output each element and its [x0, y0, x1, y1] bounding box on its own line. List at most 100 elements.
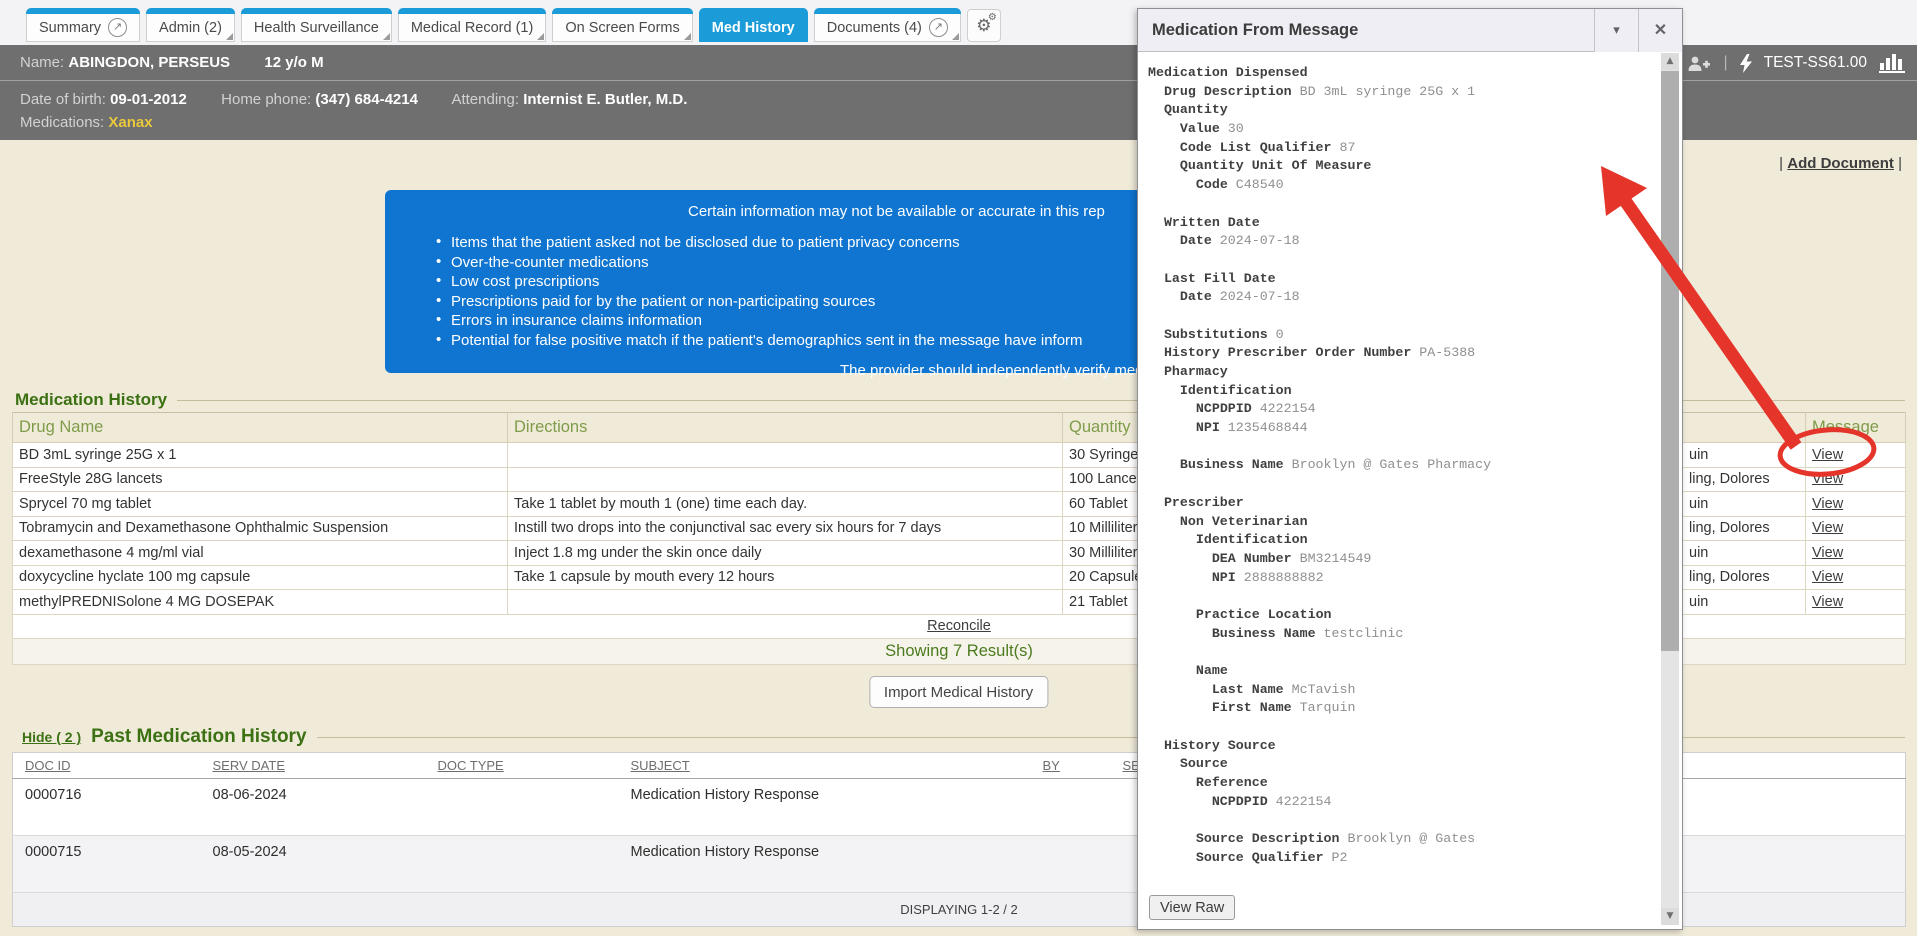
subject-cell: Medication History Response — [619, 779, 1031, 836]
message-line: Quantity — [1148, 102, 1658, 121]
external-link-icon[interactable]: ↗ — [108, 18, 127, 37]
view-message-link[interactable]: View — [1812, 496, 1843, 512]
tab-admin-2-[interactable]: Admin (2) — [146, 8, 235, 42]
message-cell: View — [1806, 467, 1906, 492]
column-header[interactable]: BY — [1031, 753, 1111, 779]
message-line: Source QualifierP2 — [1148, 850, 1658, 869]
message-field-label: Quantity Unit Of Measure — [1180, 158, 1372, 173]
message-field-label: NCPDPID — [1212, 794, 1268, 809]
message-line: Business NameBrooklyn @ Gates Pharmacy — [1148, 457, 1658, 476]
add-person-icon[interactable] — [1687, 55, 1711, 72]
by-cell — [1031, 779, 1111, 836]
tab-health-surveillance[interactable]: Health Surveillance — [241, 8, 392, 42]
import-medical-history-button[interactable]: Import Medical History — [869, 676, 1048, 708]
tab-context-fold-icon — [952, 33, 959, 40]
serv-date-cell: 08-06-2024 — [201, 779, 426, 836]
drug-name-cell: BD 3mL syringe 25G x 1 — [13, 443, 508, 468]
column-header-label: SUBJECT — [631, 758, 690, 773]
message-field-label: First Name — [1212, 700, 1292, 715]
dialog-titlebar[interactable]: Medication From Message ▾ ✕ — [1138, 9, 1682, 52]
message-line: Last NameMcTavish — [1148, 682, 1658, 701]
drug-name-cell: methylPREDNISolone 4 MG DOSEPAK — [13, 590, 508, 615]
message-line: First NameTarquin — [1148, 700, 1658, 719]
message-field-label: NCPDPID — [1196, 401, 1252, 416]
drug-name-cell: Sprycel 70 mg tablet — [13, 492, 508, 517]
tab-label: On Screen Forms — [565, 20, 679, 36]
medication-from-message-dialog: Medication From Message ▾ ✕ Medication D… — [1137, 8, 1683, 930]
column-header[interactable]: Drug Name — [13, 413, 508, 443]
directions-cell: Inject 1.8 mg under the skin once daily — [508, 541, 1063, 566]
directions-cell: Instill two drops into the conjunctival … — [508, 516, 1063, 541]
message-field-label: Code List Qualifier — [1180, 140, 1332, 155]
doc-type-cell — [426, 779, 619, 836]
notice-bullet-text: Errors in insurance claims information — [451, 312, 702, 329]
column-header-label: DOC TYPE — [438, 758, 504, 773]
bullet-icon: • — [436, 271, 441, 291]
view-message-link[interactable]: View — [1812, 447, 1843, 463]
notice-bullet-text: Prescriptions paid for by the patient or… — [451, 293, 875, 310]
phone-value: (347) 684-4214 — [315, 91, 418, 108]
attending-value: Internist E. Butler, M.D. — [523, 91, 687, 108]
column-header[interactable]: DOC TYPE — [426, 753, 619, 779]
scroll-down-icon[interactable]: ▼ — [1661, 908, 1679, 925]
tab-documents-4-[interactable]: Documents (4)↗ — [814, 8, 961, 42]
add-document-link[interactable]: Add Document — [1787, 155, 1894, 172]
message-field-label: Prescriber — [1164, 495, 1244, 510]
tab-med-history[interactable]: Med History — [699, 8, 808, 42]
column-header-label: BY — [1043, 758, 1060, 773]
column-header[interactable]: Message — [1806, 413, 1906, 443]
gear-button[interactable]: ⚙⚙ — [967, 9, 1001, 42]
lightning-icon[interactable] — [1740, 54, 1752, 73]
column-header[interactable]: Directions — [508, 413, 1063, 443]
view-raw-button[interactable]: View Raw — [1149, 895, 1235, 920]
message-field-label: Non Veterinarian — [1180, 514, 1308, 529]
medications-value[interactable]: Xanax — [108, 114, 152, 131]
message-cell: View — [1806, 443, 1906, 468]
view-message-link[interactable]: View — [1812, 594, 1843, 610]
tab-accent-stripe — [398, 8, 547, 14]
message-line: Non Veterinarian — [1148, 514, 1658, 533]
reconcile-link[interactable]: Reconcile — [927, 618, 991, 634]
bullet-icon: • — [436, 232, 441, 252]
past-medication-history-title: Past Medication History — [91, 726, 306, 748]
subject-cell: Medication History Response — [619, 836, 1031, 893]
drug-name-cell: Tobramycin and Dexamethasone Ophthalmic … — [13, 516, 508, 541]
message-line: Date2024-07-18 — [1148, 233, 1658, 252]
external-link-icon[interactable]: ↗ — [929, 18, 948, 37]
tab-medical-record-1-[interactable]: Medical Record (1) — [398, 8, 547, 42]
column-header[interactable]: SERV DATE — [201, 753, 426, 779]
message-field-label: Reference — [1196, 775, 1268, 790]
message-blank-line — [1148, 252, 1658, 271]
column-header[interactable]: SUBJECT — [619, 753, 1031, 779]
message-line: Medication Dispensed — [1148, 65, 1658, 84]
bullet-icon: • — [436, 310, 441, 330]
chevron-down-icon[interactable]: ▾ — [1594, 9, 1638, 52]
dialog-scrollbar[interactable]: ▲ ▼ — [1661, 53, 1679, 925]
tab-label: Med History — [712, 20, 795, 36]
view-message-link[interactable]: View — [1812, 520, 1843, 536]
bar-chart-icon[interactable] — [1879, 54, 1905, 73]
tab-summary[interactable]: Summary↗ — [26, 8, 140, 42]
message-field-value: 4222154 — [1276, 794, 1332, 809]
message-field-label: Identification — [1196, 532, 1308, 547]
close-icon[interactable]: ✕ — [1638, 9, 1682, 52]
notice-bullet-text: Potential for false positive match if th… — [451, 332, 1083, 349]
notice-bullet-text: Over-the-counter medications — [451, 254, 649, 271]
message-field-label: Identification — [1180, 383, 1292, 398]
tab-on-screen-forms[interactable]: On Screen Forms — [552, 8, 692, 42]
hide-link[interactable]: Hide ( 2 ) — [22, 729, 81, 745]
scroll-up-icon[interactable]: ▲ — [1661, 53, 1679, 70]
view-message-link[interactable]: View — [1812, 545, 1843, 561]
scrollbar-thumb[interactable] — [1661, 71, 1679, 651]
medication-history-title: Medication History — [15, 390, 167, 410]
patient-header-tools: | TEST-SS61.00 — [1687, 45, 1905, 81]
by-cell — [1031, 836, 1111, 893]
message-line: Identification — [1148, 383, 1658, 402]
column-header-label: DOC ID — [25, 758, 71, 773]
bullet-icon: • — [436, 252, 441, 272]
column-header[interactable]: DOC ID — [13, 753, 201, 779]
message-line: Quantity Unit Of Measure — [1148, 158, 1658, 177]
view-message-link[interactable]: View — [1812, 471, 1843, 487]
view-message-link[interactable]: View — [1812, 569, 1843, 585]
message-line: Value30 — [1148, 121, 1658, 140]
